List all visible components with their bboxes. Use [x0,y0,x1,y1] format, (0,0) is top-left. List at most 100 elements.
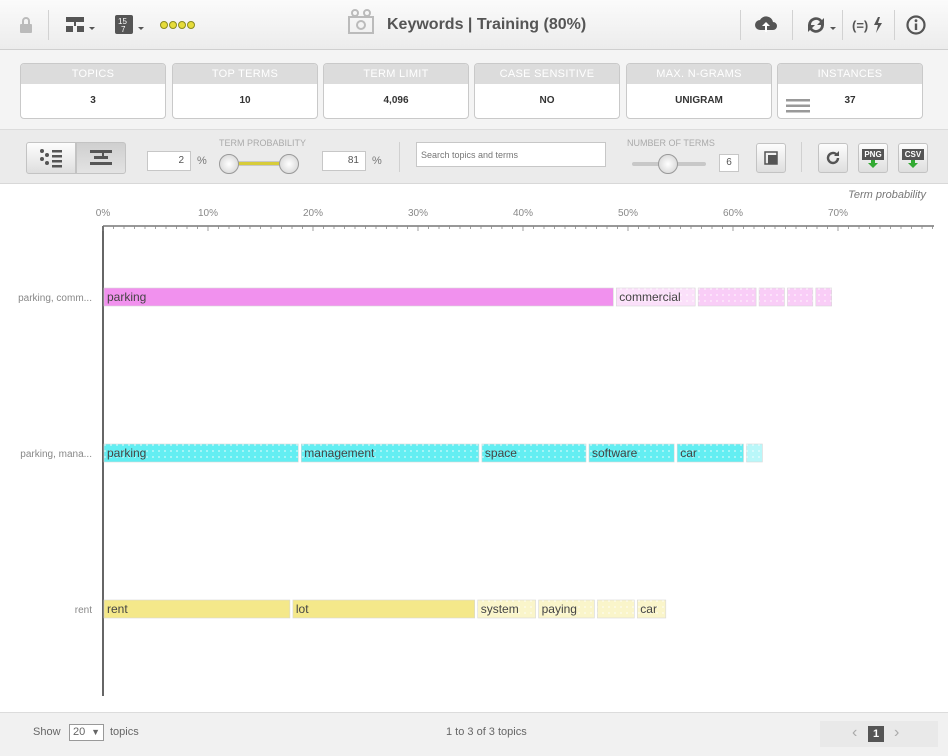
probability-range-slider[interactable] [219,154,301,174]
term-label: system [481,602,519,616]
model-summary-bar: TOPICS 3 TOP TERMS 10 TERM LIMIT 4,096 C… [0,50,948,130]
formula-icon[interactable]: (=) [850,12,888,38]
term-bar[interactable]: parking [103,287,614,307]
term-bar[interactable] [746,443,763,463]
term-bar-rect[interactable] [103,287,614,307]
per-page-select[interactable]: 20 ▼ [69,724,104,741]
term-bar[interactable]: lot [292,599,475,619]
png-icon: PNG [862,148,884,160]
term-bar[interactable]: commercial [615,287,696,307]
pagination-range: 1 to 3 of 3 topics [446,726,527,738]
x-tick-label: 20% [303,208,323,219]
stat-top-terms: TOP TERMS 10 [172,63,318,119]
term-bar[interactable]: parking [103,443,299,463]
svg-text:(=): (=) [852,18,868,33]
min-probability-input[interactable]: 2 [147,151,191,171]
export-csv-button[interactable]: CSV [898,143,928,173]
expand-icon [764,151,778,165]
max-probability-input[interactable]: 81 [322,151,366,171]
number-icon[interactable]: 15 7 [112,12,146,38]
topic-label[interactable]: rent [75,605,92,616]
download-arrow-icon [908,159,918,168]
show-label: Show [33,726,61,738]
lock-icon[interactable] [16,12,36,38]
term-bar[interactable] [697,287,757,307]
term-bar[interactable]: paying [538,599,595,619]
term-bar[interactable] [787,287,814,307]
number-of-terms-label: NUMBER OF TERMS [627,138,715,148]
x-tick-label: 40% [513,208,533,219]
download-arrow-icon [868,159,878,168]
csv-icon: CSV [902,148,924,160]
next-page-icon[interactable]: › [894,724,899,742]
page-title-area: Keywords | Training (80%) [345,8,586,42]
list-icon [786,94,810,118]
term-bar[interactable]: management [300,443,480,463]
x-tick-label: 70% [828,208,848,219]
term-label: car [680,446,697,460]
term-label: lot [296,602,309,616]
refresh-icon [826,151,840,165]
axis-title: Term probability [848,189,927,201]
x-tick-label: 50% [618,208,638,219]
term-label: rent [107,602,128,616]
refresh-button[interactable] [818,143,848,173]
term-bar[interactable]: rent [103,599,291,619]
topic-label[interactable]: parking, comm... [18,293,92,304]
term-bar[interactable] [815,287,832,307]
dots-view-icon [40,149,62,168]
pagination-footer: Show 20 ▼ topics 1 to 3 of 3 topics ‹ 1 … [0,712,948,756]
x-tick-label: 60% [723,208,743,219]
scatter-view-button[interactable] [26,142,76,174]
term-label: software [592,446,638,460]
stat-max-ngrams: MAX. N-GRAMS UNIGRAM [626,63,772,119]
slider-handle-min[interactable] [219,154,239,174]
bar-view-button[interactable] [76,142,126,174]
search-input[interactable] [416,142,606,167]
term-label: space [485,446,517,460]
retrain-icon[interactable] [802,12,838,38]
svg-text:7: 7 [121,25,126,34]
term-bar[interactable]: car [676,443,744,463]
slider-handle-max[interactable] [279,154,299,174]
term-bar[interactable]: space [481,443,587,463]
page-title: Keywords | Training (80%) [387,16,587,33]
stat-instances[interactable]: INSTANCES 37 [777,63,923,119]
term-bar-texture [815,288,832,306]
export-png-button[interactable]: PNG [858,143,888,173]
page-number-button[interactable]: 1 [868,726,884,742]
term-bar[interactable] [758,287,785,307]
expand-button[interactable] [756,143,786,173]
number-of-terms-value[interactable]: 6 [719,154,739,172]
term-bar[interactable] [597,599,635,619]
term-bar[interactable]: software [588,443,675,463]
chain-icon[interactable] [158,12,198,38]
topic-chart: Term probability 0% 10% 20% 30% 40% 50% 60% 70% … [0,184,948,712]
slider-handle[interactable] [658,154,678,174]
term-bar-rect[interactable] [103,599,291,619]
tree-icon[interactable] [62,12,96,38]
term-label: paying [542,602,577,616]
term-bar[interactable]: system [477,599,536,619]
number-of-terms-slider[interactable] [632,154,706,174]
chevron-down-icon: ▼ [91,727,100,737]
x-tick-label: 10% [198,208,218,219]
stat-topics: TOPICS 3 [20,63,166,119]
term-bar-texture [787,288,813,306]
stat-case-sensitive: CASE SENSITIVE NO [474,63,620,119]
term-label: car [640,602,657,616]
term-bar[interactable]: car [636,599,667,619]
model-icon [345,7,377,44]
term-bar-texture [759,288,785,306]
stat-term-limit: TERM LIMIT 4,096 [323,63,469,119]
topic-label[interactable]: parking, mana... [20,449,92,460]
term-bar-rect[interactable] [292,599,475,619]
pager: ‹ 1 › [820,721,938,747]
upload-icon[interactable] [752,12,780,38]
term-bar-texture [597,600,635,618]
term-label: parking [107,290,146,304]
term-label: commercial [619,290,680,304]
previous-page-icon[interactable]: ‹ [852,724,857,742]
term-bar-texture [746,444,763,462]
info-icon[interactable] [904,12,928,38]
